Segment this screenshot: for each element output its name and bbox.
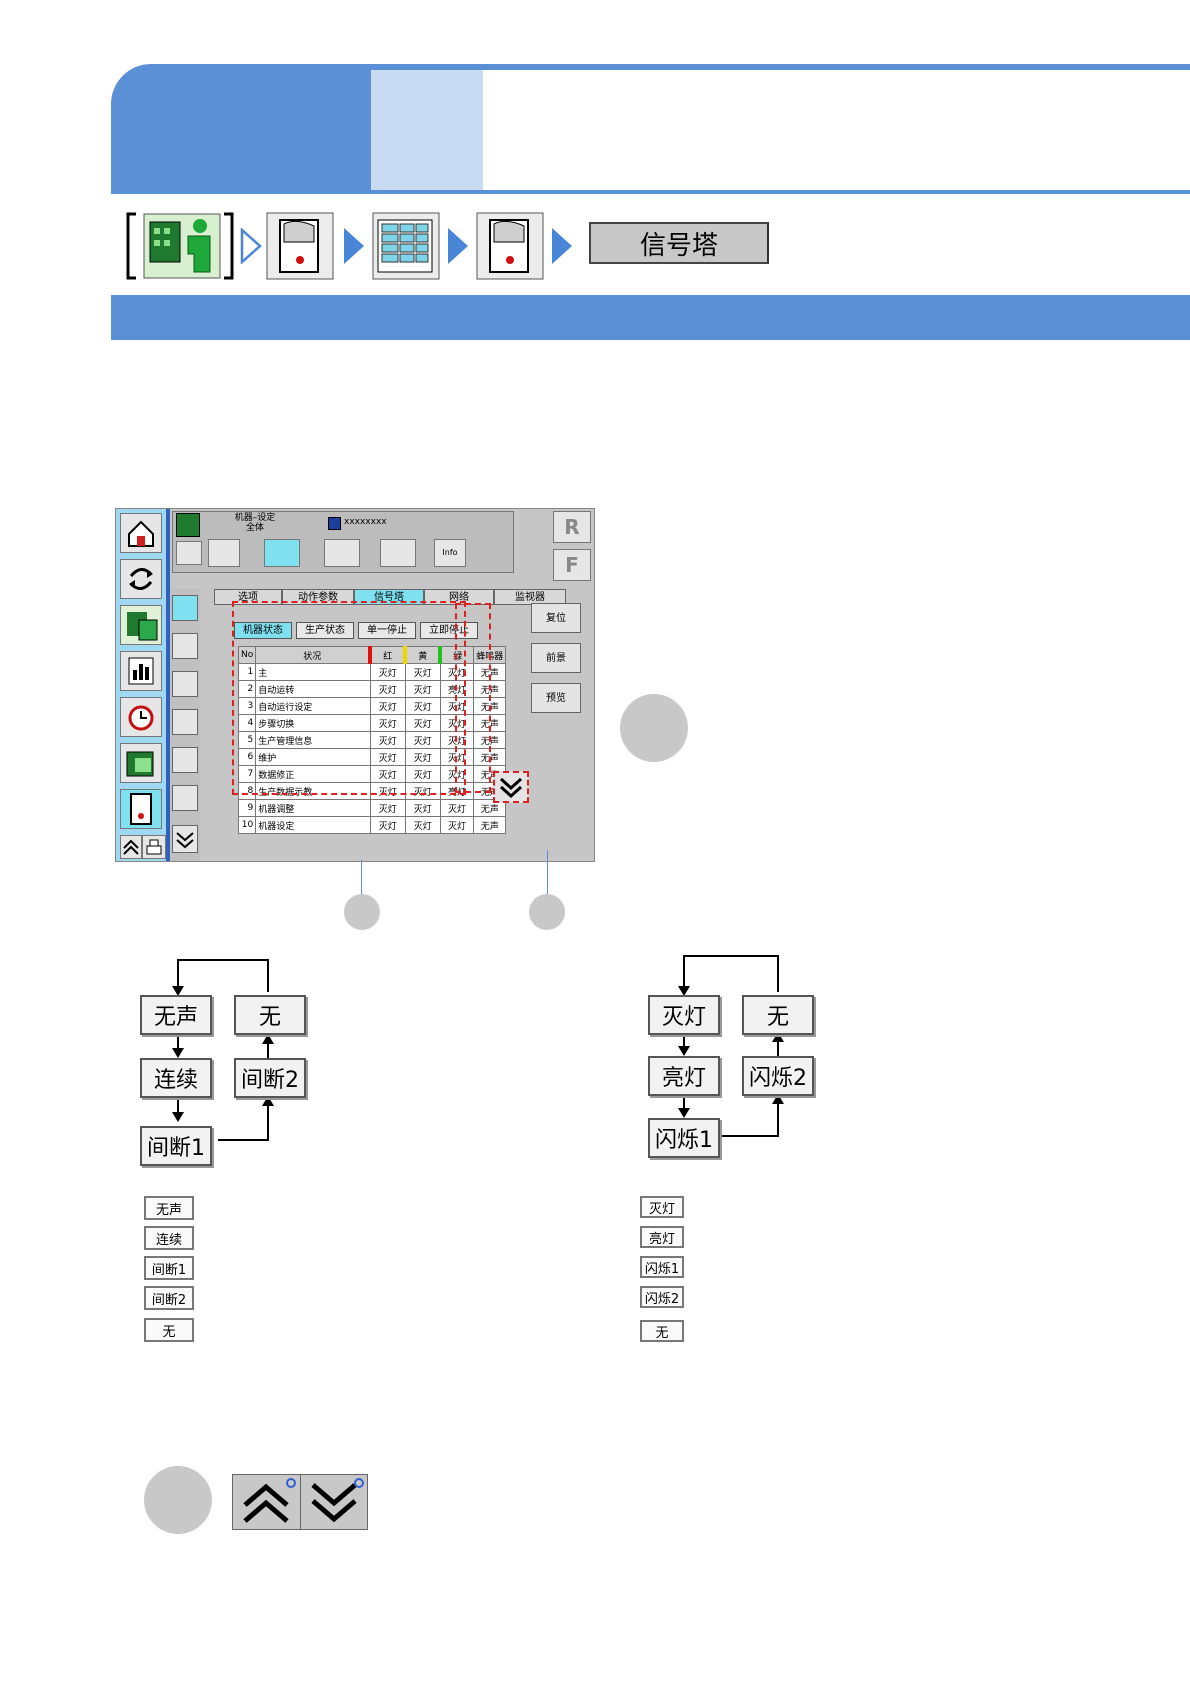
callout-circle-3: [529, 894, 565, 930]
lamp-flow-on: 亮灯: [648, 1056, 720, 1096]
lamp-flow-none: 无: [742, 995, 814, 1035]
foreground-button[interactable]: 前景: [531, 643, 581, 673]
cell-no: 9: [237, 799, 257, 817]
lamp-flow-flash1: 闪烁1: [648, 1118, 720, 1158]
buzzer-flow-intermittent2: 间断2: [234, 1058, 306, 1098]
scroll-buttons-panel: [232, 1474, 368, 1530]
scroll-up-icon[interactable]: [120, 835, 142, 859]
door-icon[interactable]: [266, 212, 334, 280]
lamp-flow-off: 灭灯: [648, 995, 720, 1035]
machine-setting-icon[interactable]: [176, 513, 200, 537]
screen-title: 机器–设定 全体: [210, 513, 300, 533]
table-highlight: [232, 601, 466, 795]
cell-red[interactable]: 灭灯: [369, 816, 406, 834]
person-icon[interactable]: [172, 785, 198, 811]
cell-buzzer[interactable]: 无声: [473, 816, 507, 834]
screen-title-line1: 机器–设定: [234, 513, 276, 523]
buzzer-flow-none: 无: [234, 995, 306, 1035]
scroll-up-icon: [243, 1478, 296, 1523]
buzzer-legend-continuous: 连续: [144, 1226, 194, 1250]
cell-status: 机器调整: [255, 799, 371, 817]
buzzer-flow-arrows: [172, 959, 274, 1141]
screen-id: xxxxxxxx: [344, 517, 387, 527]
comb-icon[interactable]: [172, 671, 198, 697]
print-icon[interactable]: [142, 835, 166, 859]
header-title-area: [483, 70, 1190, 190]
grid-icon[interactable]: [264, 539, 300, 567]
screen-title-line2: 全体: [245, 523, 264, 533]
alarm-clock-icon[interactable]: [120, 697, 162, 737]
grid-icon[interactable]: [372, 212, 440, 280]
lamp-flow-flash2: 闪烁2: [742, 1056, 814, 1096]
scroll-down-icon: [499, 777, 523, 799]
buzzer-flow-silent: 无声: [140, 995, 212, 1035]
buzzer-legend-intermittent2: 间断2: [144, 1286, 194, 1310]
leader-line: [547, 850, 548, 896]
page-down-button[interactable]: [493, 771, 529, 803]
cell-yellow[interactable]: 灭灯: [404, 816, 441, 834]
home-icon[interactable]: [120, 513, 162, 553]
buzzer-column-highlight: [455, 603, 491, 793]
section-title-bar: [111, 295, 1190, 340]
lamp-legend-on: 亮灯: [640, 1226, 684, 1248]
cell-red[interactable]: 灭灯: [369, 799, 406, 817]
machine-setting-icon: [126, 212, 234, 280]
gear-icon[interactable]: [380, 539, 416, 567]
cell-yellow[interactable]: 灭灯: [404, 799, 441, 817]
green-panel-icon[interactable]: [172, 709, 198, 735]
scroll-up-button[interactable]: [233, 1475, 301, 1529]
buzzer-legend-none: 无: [144, 1318, 194, 1342]
tool-icon[interactable]: [172, 633, 198, 659]
breadcrumb-arrow-icon: [344, 228, 364, 264]
scroll-down-icon: [311, 1478, 364, 1523]
chart-icon[interactable]: [120, 651, 162, 691]
leader-line: [361, 860, 362, 896]
door-icon[interactable]: [324, 539, 360, 567]
status-square-icon: [328, 517, 341, 530]
table-row[interactable]: 9 机器调整 灭灯 灭灯 灭灯 无声: [237, 799, 507, 817]
info-icon[interactable]: Info: [434, 539, 466, 567]
buzzer-legend-silent: 无声: [144, 1196, 194, 1220]
cell-no: 10: [237, 816, 257, 834]
lamp-legend-flash2: 闪烁2: [640, 1286, 684, 1308]
callout-circle-4: [144, 1466, 212, 1534]
scroll-down-button[interactable]: [301, 1475, 367, 1529]
header-accent-block: [371, 70, 483, 190]
pencil-icon[interactable]: [172, 747, 198, 773]
cell-green[interactable]: 灭灯: [439, 799, 475, 817]
breadcrumb-arrow-outline-icon: [240, 228, 262, 264]
machine-screen: 机器–设定 全体 xxxxxxxx Info R F 选项 动作参数 信号塔 网…: [115, 508, 595, 862]
cell-status: 机器设定: [255, 816, 371, 834]
maintenance-icon[interactable]: [120, 743, 162, 783]
buzzer-flow-continuous: 连续: [140, 1058, 212, 1098]
r-button[interactable]: R: [553, 511, 591, 543]
table-row[interactable]: 10 机器设定 灭灯 灭灯 灭灯 无声: [237, 816, 507, 834]
breadcrumb-current-label: 信号塔: [589, 222, 769, 264]
preview-button[interactable]: 预览: [531, 683, 581, 713]
door-icon[interactable]: [476, 212, 544, 280]
door-icon[interactable]: [120, 789, 162, 829]
wrench-icon[interactable]: [208, 539, 240, 567]
breadcrumb-arrow-icon: [552, 228, 572, 264]
lamp-legend-none: 无: [640, 1320, 684, 1342]
cell-green[interactable]: 灭灯: [439, 816, 475, 834]
trend-icon[interactable]: [176, 541, 202, 565]
cycle-icon[interactable]: [120, 559, 162, 599]
lamp-legend-flash1: 闪烁1: [640, 1256, 684, 1278]
breadcrumb-arrow-icon: [448, 228, 468, 264]
machine-setting-icon[interactable]: [120, 605, 162, 645]
callout-circle-1: [620, 694, 688, 762]
lamp-legend-off: 灭灯: [640, 1196, 684, 1218]
reset-button[interactable]: 复位: [531, 603, 581, 633]
door-icon[interactable]: [172, 595, 198, 621]
f-button[interactable]: F: [553, 549, 591, 581]
buzzer-flow-intermittent1: 间断1: [140, 1126, 212, 1166]
callout-circle-2: [344, 894, 380, 930]
buzzer-legend-intermittent1: 间断1: [144, 1256, 194, 1280]
scroll-down-icon[interactable]: [172, 825, 198, 853]
